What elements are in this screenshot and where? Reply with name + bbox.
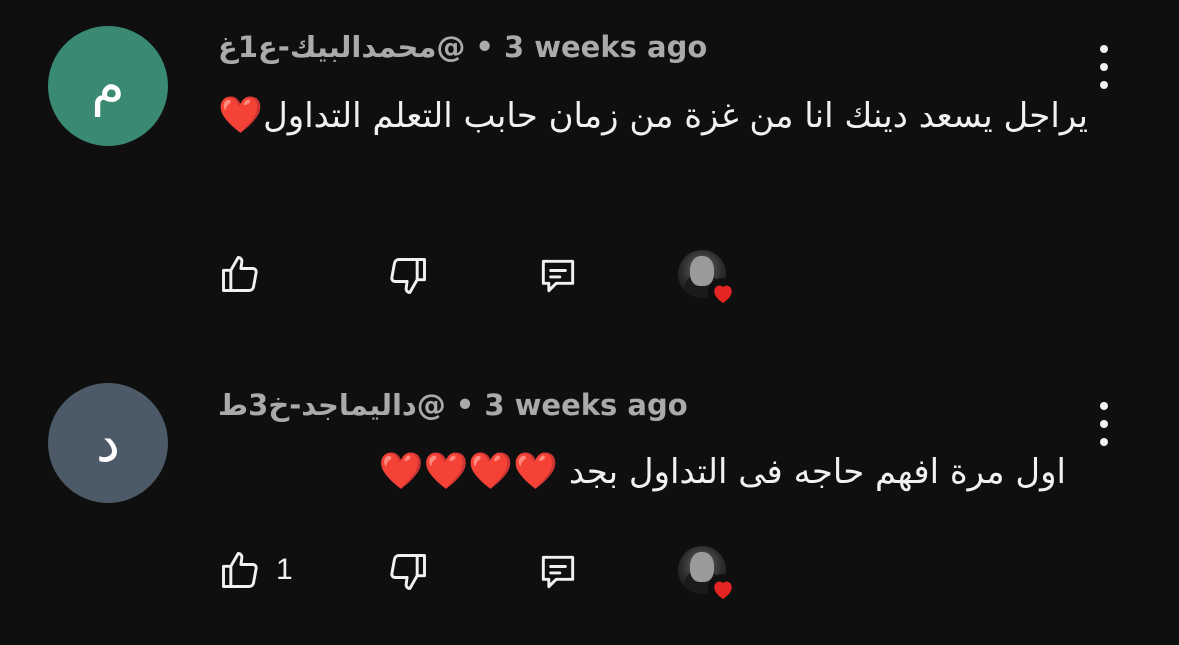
reply-button[interactable] (535, 550, 581, 594)
meta-separator: • (455, 388, 475, 422)
avatar[interactable]: د (48, 383, 168, 503)
more-vertical-icon[interactable] (1094, 45, 1114, 89)
thumbs-down-icon (390, 554, 426, 590)
like-count: 1 (276, 553, 293, 586)
dislike-button[interactable] (386, 550, 430, 594)
creator-heart-icon (708, 278, 738, 308)
like-button[interactable]: 1 (218, 548, 293, 592)
avatar-letter: د (95, 411, 121, 474)
creator-heart-icon (708, 574, 738, 604)
dislike-button[interactable] (386, 254, 430, 298)
creator-heart (678, 250, 740, 312)
heart-emoji: ❤️❤️❤️❤️ (378, 451, 559, 492)
comment-icon (541, 555, 575, 589)
thumbs-up-icon (222, 256, 258, 292)
heart-emoji: ❤️ (218, 95, 264, 136)
avatar-letter: م (91, 54, 125, 117)
comment-time[interactable]: 3 weeks ago (484, 388, 687, 422)
comment-text-content: اول مرة افهم حاجه فى التداول بجد (568, 452, 1066, 492)
thumbs-up-icon (222, 552, 258, 588)
comment-author[interactable]: @محمدالبيك-ع1غ (218, 30, 465, 64)
like-button[interactable] (218, 252, 262, 296)
comment-meta: @داليماجد-خ3ط • 3 weeks ago (218, 388, 688, 422)
thumbs-down-icon (390, 258, 426, 294)
creator-heart (678, 546, 740, 608)
comment-icon (541, 259, 575, 293)
comment-text-content: يراجل يسعد دينك انا من غزة من زمان حابب … (263, 96, 1088, 136)
comment-time[interactable]: 3 weeks ago (504, 30, 707, 64)
reply-button[interactable] (535, 254, 581, 298)
comment-author[interactable]: @داليماجد-خ3ط (218, 388, 446, 422)
more-vertical-icon[interactable] (1094, 402, 1114, 446)
comment-meta: @محمدالبيك-ع1غ • 3 weeks ago (218, 30, 707, 64)
comment-text: اول مرة افهم حاجه فى التداول بجد ❤️❤️❤️❤… (218, 440, 1066, 504)
meta-separator: • (475, 30, 494, 64)
comment-text: يراجل يسعد دينك انا من غزة من زمان حابب … (218, 84, 1088, 148)
avatar[interactable]: م (48, 26, 168, 146)
